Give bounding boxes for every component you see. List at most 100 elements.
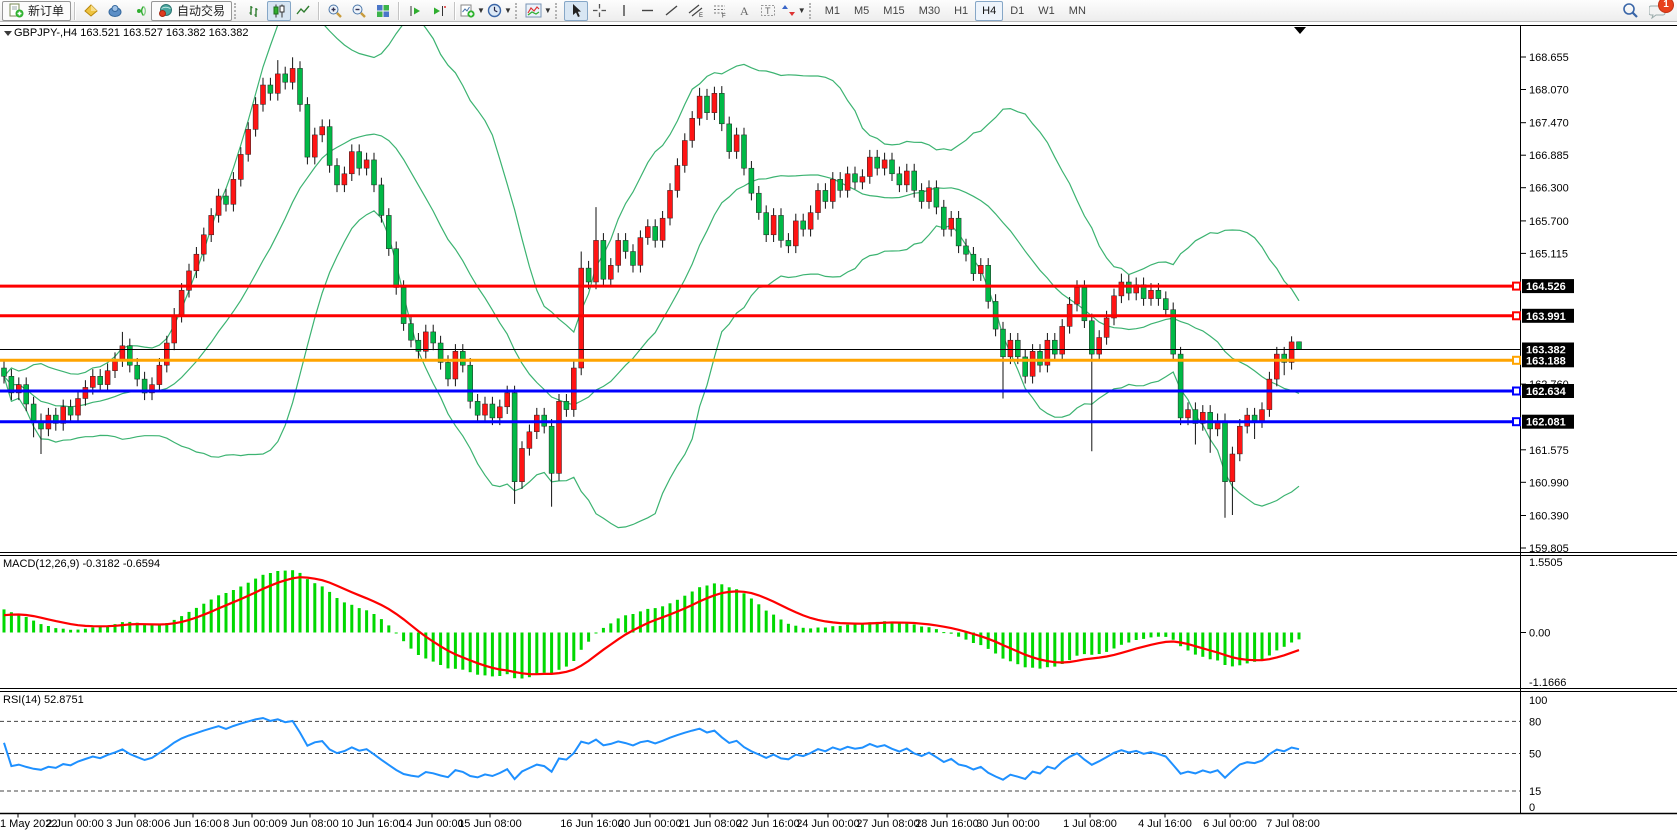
line-chart-button[interactable] xyxy=(291,1,315,21)
trendline-tool-button[interactable] xyxy=(660,1,684,21)
timeframe-button-m5[interactable]: M5 xyxy=(847,1,876,21)
symbol-dropdown-icon[interactable] xyxy=(4,31,12,36)
macd-histogram-bar xyxy=(1076,633,1079,656)
arrows-tool-button[interactable]: ▼ xyxy=(780,1,807,21)
mql5-community-button[interactable] xyxy=(103,1,127,21)
svg-text:21 Jun 08:00: 21 Jun 08:00 xyxy=(678,818,742,830)
candle-up xyxy=(105,371,110,385)
svg-text:165.115: 165.115 xyxy=(1529,248,1568,260)
indicators-button[interactable]: ▼ xyxy=(524,1,553,21)
candle-down xyxy=(68,407,73,415)
macd-histogram-bar xyxy=(787,624,790,633)
tile-windows-button[interactable] xyxy=(371,1,395,21)
line-anchor-notch[interactable] xyxy=(1513,388,1520,395)
candle-up xyxy=(638,238,643,266)
candle-down xyxy=(705,96,710,113)
candlestick-chart-button[interactable] xyxy=(267,1,291,21)
toolbar-separator xyxy=(398,2,400,20)
chart-shift-button[interactable] xyxy=(427,1,451,21)
candle-up xyxy=(1119,282,1124,296)
candle-down xyxy=(298,68,303,104)
svg-text:100: 100 xyxy=(1529,695,1547,707)
svg-text:7 Jul 08:00: 7 Jul 08:00 xyxy=(1266,818,1320,830)
line-anchor-notch[interactable] xyxy=(1513,357,1520,364)
notifications-button[interactable]: 1 xyxy=(1649,3,1667,19)
fibonacci-tool-button[interactable]: F xyxy=(708,1,732,21)
candle-up xyxy=(209,215,214,234)
macd-histogram-bar xyxy=(188,612,191,633)
macd-histogram-bar xyxy=(602,628,605,633)
dropdown-caret-icon: ▼ xyxy=(504,6,512,15)
line-anchor-notch[interactable] xyxy=(1513,283,1520,290)
timeframe-button-m15[interactable]: M15 xyxy=(876,1,911,21)
timeframe-button-m1[interactable]: M1 xyxy=(818,1,847,21)
channel-tool-button[interactable]: E xyxy=(684,1,708,21)
svg-text:-1.1666: -1.1666 xyxy=(1529,677,1566,689)
toolbar-grip xyxy=(809,3,814,19)
auto-scroll-button[interactable] xyxy=(403,1,427,21)
candle-up xyxy=(83,387,88,398)
macd-histogram-bar xyxy=(239,587,242,633)
search-icon[interactable] xyxy=(1622,2,1639,19)
svg-text:20 Jun 00:00: 20 Jun 00:00 xyxy=(618,818,682,830)
macd-histogram-bar xyxy=(669,603,672,632)
macd-histogram-bar xyxy=(313,583,316,632)
macd-histogram-bar xyxy=(1031,633,1034,668)
candle-down xyxy=(1297,342,1302,350)
vertical-line-tool-button[interactable] xyxy=(612,1,636,21)
macd-histogram-bar xyxy=(720,584,723,632)
chart-window[interactable]: 168.655168.070167.470166.885166.300165.7… xyxy=(0,0,1677,833)
timeframe-button-h4[interactable]: H4 xyxy=(975,1,1003,21)
zoom-out-button[interactable] xyxy=(347,1,371,21)
candle-down xyxy=(719,93,724,124)
candle-down xyxy=(357,152,362,169)
horizontal-line-tool-button[interactable] xyxy=(636,1,660,21)
metaeditor-button[interactable] xyxy=(79,1,103,21)
candle-up xyxy=(1030,351,1035,376)
candle-up xyxy=(882,160,887,168)
macd-histogram-bar xyxy=(387,625,390,632)
candle-up xyxy=(793,221,798,246)
bar-chart-button[interactable] xyxy=(243,1,267,21)
chart-profiles-button[interactable]: ▼ xyxy=(486,1,513,21)
candle-up xyxy=(927,188,932,202)
text-label-tool-button[interactable]: T xyxy=(756,1,780,21)
macd-histogram-bar xyxy=(1164,633,1167,637)
line-anchor-notch[interactable] xyxy=(1513,312,1520,319)
new-chart-icon xyxy=(460,3,475,18)
svg-text:168.070: 168.070 xyxy=(1529,85,1569,97)
candle-up xyxy=(164,343,169,365)
line-anchor-notch[interactable] xyxy=(1513,418,1520,425)
macd-histogram-bar xyxy=(1253,633,1256,662)
candle-down xyxy=(1015,340,1020,357)
svg-text:161.575: 161.575 xyxy=(1529,445,1569,457)
crosshair-tool-button[interactable] xyxy=(588,1,612,21)
candle-up xyxy=(290,68,295,82)
candle-up xyxy=(342,174,347,185)
new-chart-button[interactable]: ▼ xyxy=(459,1,486,21)
cursor-tool-button[interactable] xyxy=(564,1,588,21)
signals-button[interactable] xyxy=(127,1,151,21)
new-order-button[interactable]: 新订单 xyxy=(2,1,71,21)
macd-histogram-bar xyxy=(3,609,6,632)
svg-text:0.00: 0.00 xyxy=(1529,628,1550,640)
candle-up xyxy=(179,290,184,315)
macd-histogram-bar xyxy=(180,616,183,632)
timeframe-button-h1[interactable]: H1 xyxy=(947,1,975,21)
svg-text:4 Jul 16:00: 4 Jul 16:00 xyxy=(1138,818,1192,830)
chart-canvas[interactable]: 168.655168.070167.470166.885166.300165.7… xyxy=(0,0,1677,833)
zoom-in-button[interactable] xyxy=(323,1,347,21)
timeframe-button-d1[interactable]: D1 xyxy=(1003,1,1031,21)
macd-histogram-bar xyxy=(846,625,849,633)
candle-down xyxy=(1038,351,1043,365)
text-tool-button[interactable]: A xyxy=(732,1,756,21)
autotrading-button[interactable]: 自动交易 xyxy=(151,1,232,21)
macd-histogram-bar xyxy=(365,610,368,632)
timeframe-button-w1[interactable]: W1 xyxy=(1031,1,1062,21)
macd-histogram-bar xyxy=(543,633,546,673)
timeframe-button-m30[interactable]: M30 xyxy=(912,1,947,21)
macd-histogram-bar xyxy=(143,624,146,632)
macd-histogram-bar xyxy=(47,626,50,633)
toolbar-separator xyxy=(74,2,76,20)
timeframe-button-mn[interactable]: MN xyxy=(1062,1,1093,21)
